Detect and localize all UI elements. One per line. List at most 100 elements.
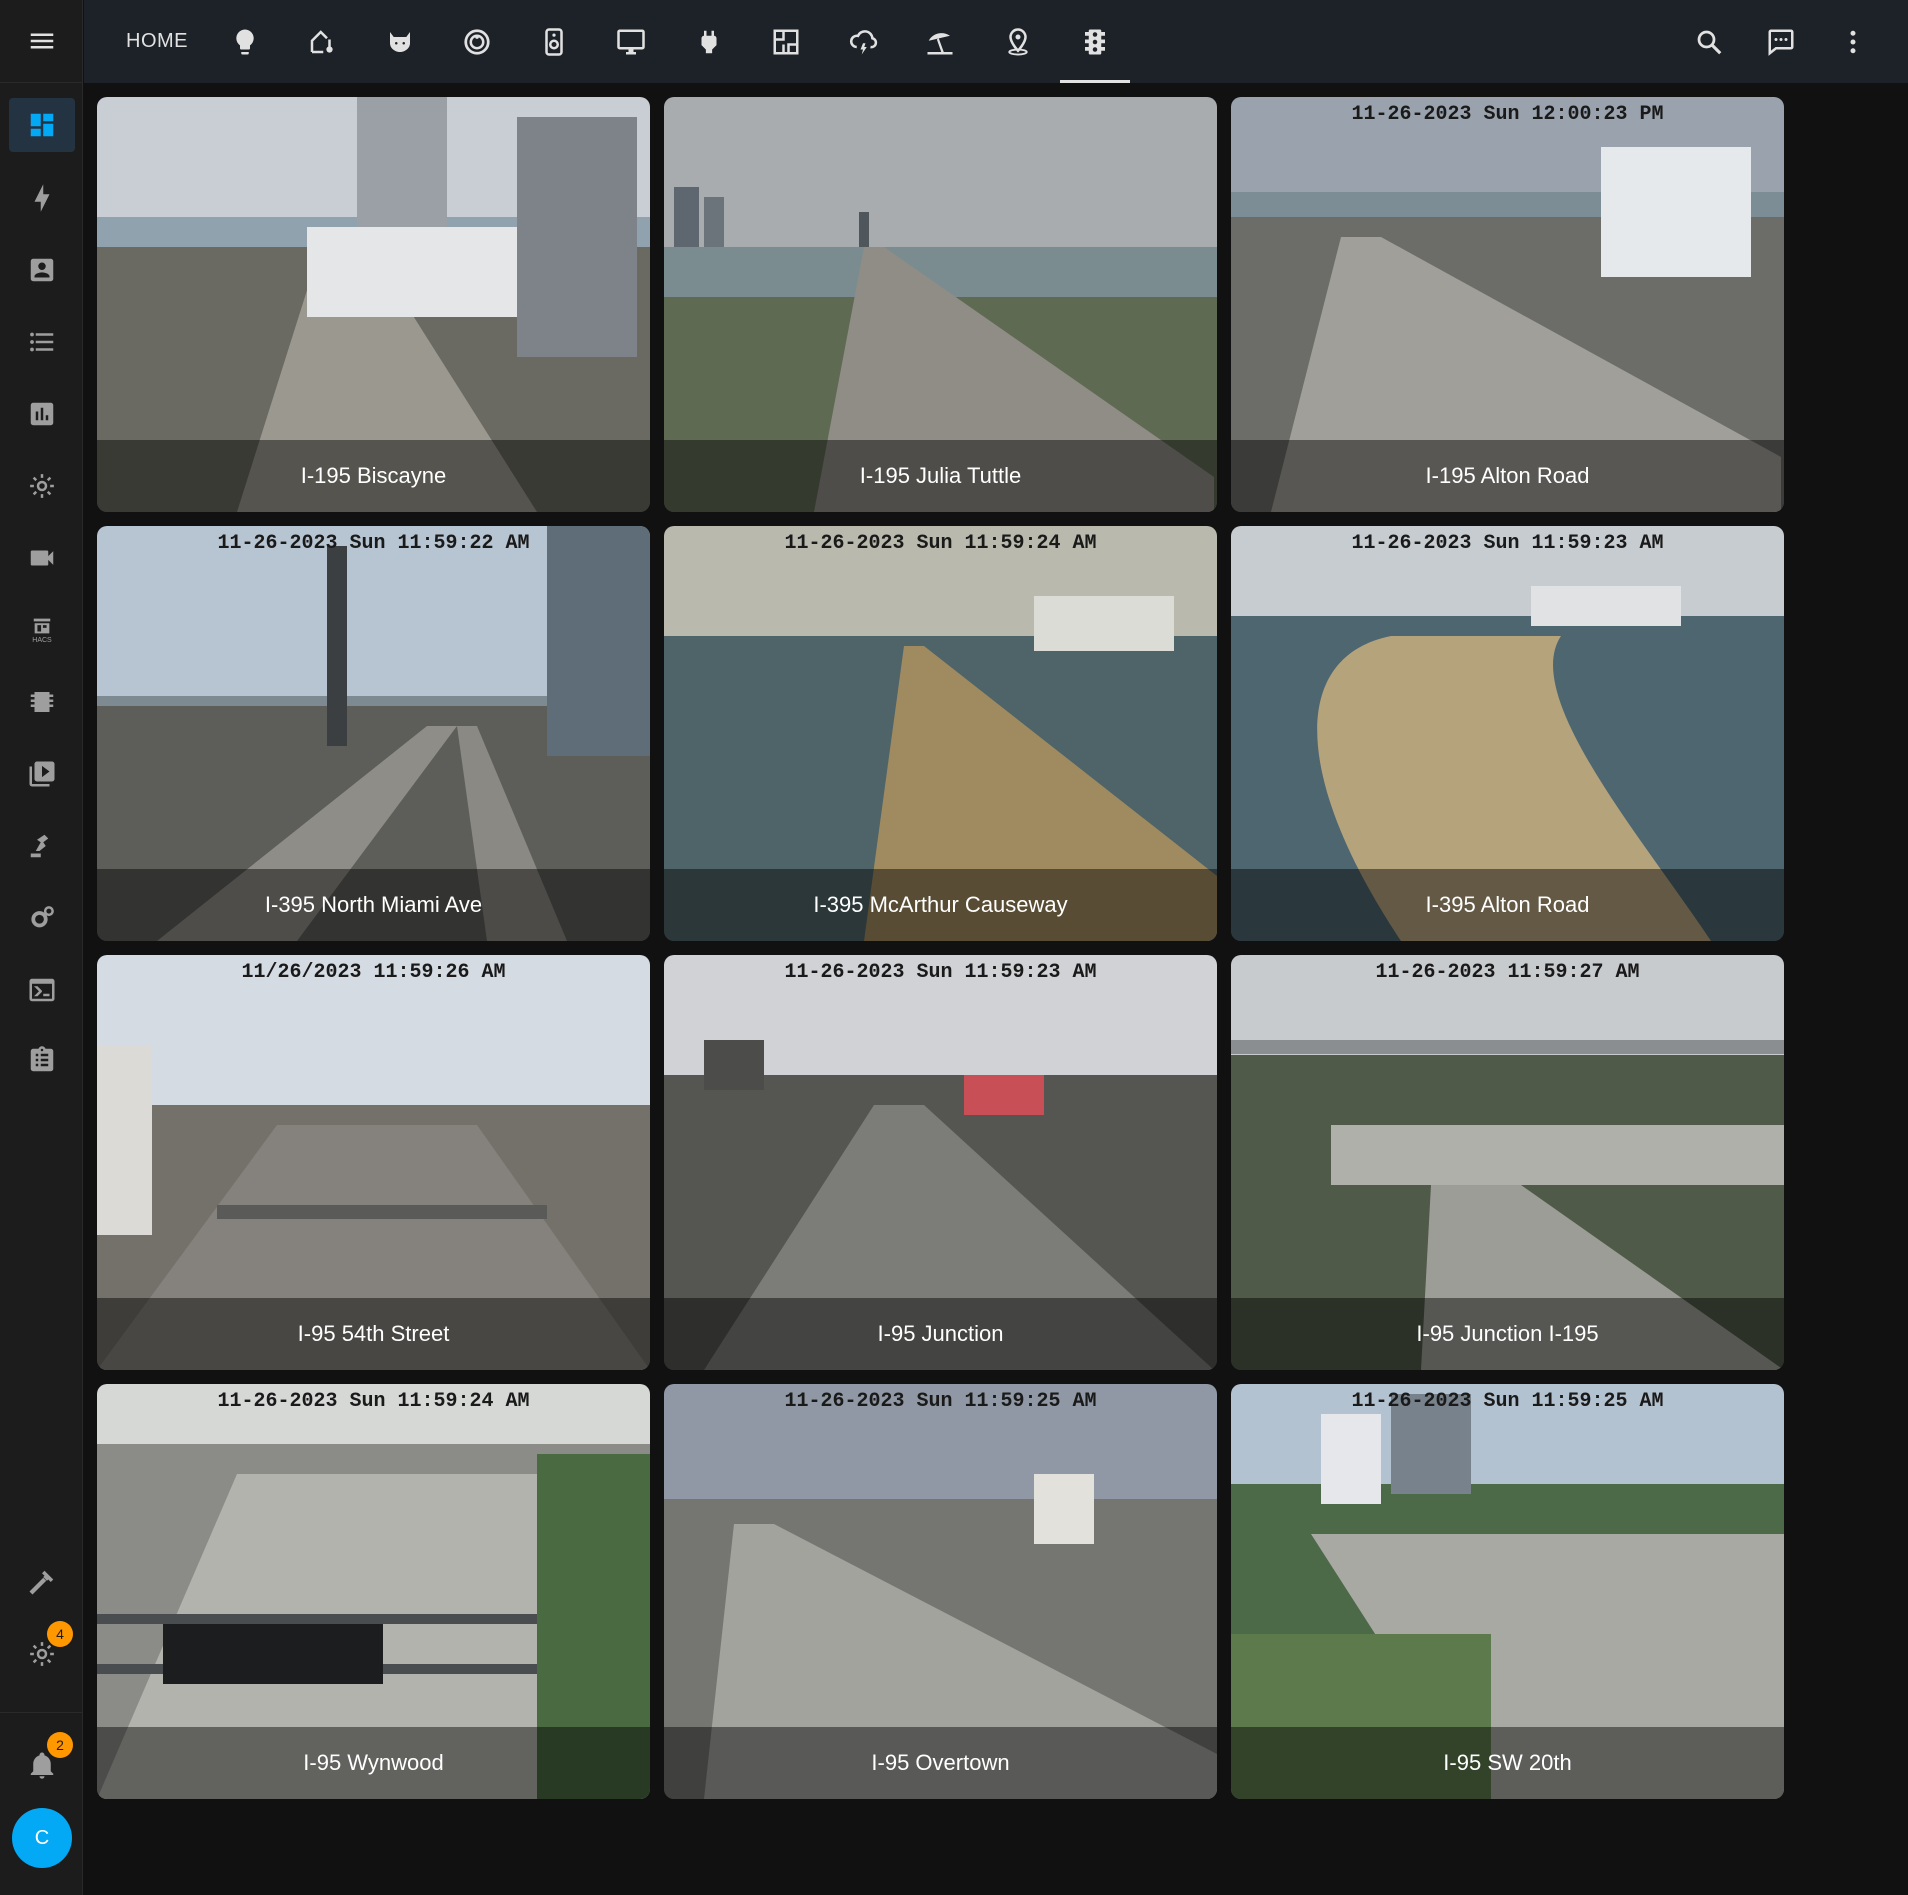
sidebar-item-system[interactable]: [9, 891, 75, 945]
tab-traffic[interactable]: [1060, 0, 1130, 83]
camera-name: I-195 Alton Road: [1231, 440, 1784, 512]
camera-timestamp: 11-26-2023 11:59:27 AM: [1375, 961, 1640, 984]
sidebar-item-energy[interactable]: [9, 171, 75, 225]
sidebar-item-overview[interactable]: [9, 98, 75, 152]
sidebar-item-history[interactable]: [9, 387, 75, 441]
camera-card[interactable]: 11-26-2023 Sun 11:59:24 AM I-95 Wynwood: [97, 1384, 650, 1799]
sidebar: HACS 4 2 C: [0, 0, 83, 1895]
cogs-icon: [31, 906, 54, 928]
sidebar-divider: [0, 1712, 83, 1713]
sidebar-item-logbook[interactable]: [9, 315, 75, 369]
tab-displays[interactable]: [596, 0, 666, 83]
camera-card[interactable]: 11-26-2023 Sun 11:59:24 AM I-395 McArthu…: [664, 526, 1217, 941]
chart-box-icon: [30, 402, 54, 426]
sidebar-item-cameras[interactable]: [9, 531, 75, 585]
sidebar-item-settings[interactable]: 4: [9, 1621, 75, 1681]
assist-button[interactable]: [1751, 0, 1811, 83]
sidebar-item-esphome[interactable]: [9, 675, 75, 729]
assist-chat-icon: [1768, 29, 1794, 56]
sidebar-item-terminal[interactable]: [9, 963, 75, 1017]
tab-weather[interactable]: [828, 0, 898, 83]
hacs-store-icon: [33, 618, 51, 634]
tab-lights[interactable]: [210, 0, 280, 83]
lightning-bolt-icon: [34, 184, 50, 212]
camera-name: I-95 Junction I-195: [1231, 1298, 1784, 1370]
lightbulb-icon: [236, 29, 254, 54]
beach-icon: [927, 32, 953, 54]
tab-floorplan[interactable]: [751, 0, 821, 83]
menu-icon: [30, 33, 53, 49]
camera-name: I-95 Junction: [664, 1298, 1217, 1370]
camera-card[interactable]: 11-26-2023 Sun 11:59:23 AM I-95 Junction: [664, 955, 1217, 1370]
sidebar-item-hacs[interactable]: HACS: [9, 603, 75, 657]
camera-card[interactable]: 11/26/2023 11:59:26 AM I-95 54th Street: [97, 955, 650, 1370]
play-box-multiple-icon: [29, 761, 55, 787]
clipboard-list-icon: [30, 1046, 54, 1072]
notifications-badge: 2: [47, 1732, 73, 1758]
app-toolbar: HOME: [84, 0, 1908, 83]
floor-plan-icon: [773, 29, 799, 54]
sidebar-item-notifications[interactable]: 2: [9, 1732, 75, 1792]
sidebar-item-people[interactable]: [9, 243, 75, 297]
console-icon: [29, 978, 55, 1002]
camera-name: I-95 Wynwood: [97, 1727, 650, 1799]
camera-card[interactable]: 11-26-2023 Sun 11:59:23 AM I-395 Alton R…: [1231, 526, 1784, 941]
camera-timestamp: 11-26-2023 Sun 11:59:24 AM: [784, 532, 1097, 555]
user-initial: C: [34, 1826, 50, 1849]
sidebar-item-developer-tools[interactable]: [9, 1555, 75, 1609]
robot-vacuum-icon: [464, 28, 490, 55]
camera-name: I-195 Biscayne: [97, 440, 650, 512]
tab-map[interactable]: [983, 0, 1053, 83]
sidebar-item-media[interactable]: [9, 747, 75, 801]
cat-icon: [390, 31, 410, 52]
tab-vacuum[interactable]: [442, 0, 512, 83]
camera-name: I-195 Julia Tuttle: [664, 440, 1217, 512]
search-button[interactable]: [1679, 0, 1739, 83]
camera-timestamp: 11/26/2023 11:59:26 AM: [241, 961, 506, 984]
camera-card[interactable]: 11-26-2023 Sun 11:59:25 AM I-95 Overtown: [664, 1384, 1217, 1799]
camera-name: I-395 Alton Road: [1231, 869, 1784, 941]
format-list-bulleted-icon: [30, 332, 54, 352]
camera-timestamp: 11-26-2023 Sun 11:59:23 AM: [1351, 532, 1664, 555]
camera-card[interactable]: I-195 Biscayne: [97, 97, 650, 512]
tab-climate[interactable]: [287, 0, 357, 83]
hacs-sublabel: HACS: [32, 637, 52, 644]
robot-arm-icon: [30, 834, 49, 858]
camera-card[interactable]: 11-26-2023 Sun 11:59:22 AM I-395 North M…: [97, 526, 650, 941]
menu-toggle-button[interactable]: [0, 0, 83, 83]
camera-name: I-95 Overtown: [664, 1727, 1217, 1799]
hammer-icon: [29, 1570, 54, 1595]
map-marker-radius-icon: [1008, 27, 1028, 55]
cog-icon: [30, 474, 54, 498]
sidebar-item-settings-gear[interactable]: [9, 459, 75, 513]
speaker-icon: [545, 27, 563, 56]
search-icon: [1697, 30, 1722, 54]
camera-timestamp: 11-26-2023 Sun 11:59:23 AM: [784, 961, 1097, 984]
dots-vertical-icon: [1850, 30, 1856, 53]
settings-badge: 4: [47, 1621, 73, 1647]
camera-name: I-95 SW 20th: [1231, 1727, 1784, 1799]
tab-beach[interactable]: [905, 0, 975, 83]
camera-card[interactable]: 11-26-2023 Sun 11:59:25 AM I-95 SW 20th: [1231, 1384, 1784, 1799]
tab-pets[interactable]: [365, 0, 435, 83]
camera-card[interactable]: 11-26-2023 11:59:27 AM I-95 Junction I-1…: [1231, 955, 1784, 1370]
video-camera-icon: [30, 550, 54, 566]
camera-card[interactable]: I-195 Julia Tuttle: [664, 97, 1217, 512]
sidebar-item-automation[interactable]: [9, 819, 75, 873]
camera-timestamp: 11-26-2023 Sun 11:59:24 AM: [217, 1390, 530, 1413]
overflow-menu-button[interactable]: [1823, 0, 1883, 83]
tab-media[interactable]: [519, 0, 589, 83]
camera-card[interactable]: 11-26-2023 Sun 12:00:23 PM I-195 Alton R…: [1231, 97, 1784, 512]
camera-timestamp: 11-26-2023 Sun 12:00:23 PM: [1351, 103, 1664, 126]
camera-name: I-395 North Miami Ave: [97, 869, 650, 941]
user-avatar[interactable]: C: [12, 1808, 72, 1868]
home-thermometer-icon: [310, 29, 333, 53]
tab-home[interactable]: HOME: [126, 0, 188, 83]
weather-lightning-rainy-icon: [849, 29, 878, 54]
camera-name: I-395 McArthur Causeway: [664, 869, 1217, 941]
camera-timestamp: 11-26-2023 Sun 11:59:25 AM: [784, 1390, 1097, 1413]
sidebar-item-todo[interactable]: [9, 1033, 75, 1087]
monitor-icon: [617, 29, 645, 54]
camera-name: I-95 54th Street: [97, 1298, 650, 1370]
tab-plugs[interactable]: [674, 0, 744, 83]
